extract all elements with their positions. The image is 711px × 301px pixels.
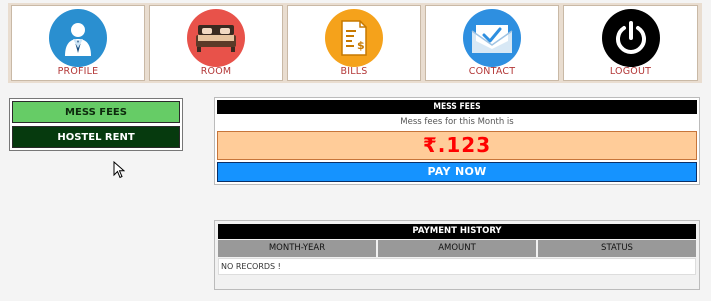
power-icon bbox=[601, 9, 660, 67]
top-nav: PROFILE ROOM $ BILLS CONTACT LOGOUT bbox=[8, 3, 702, 83]
pay-now-button[interactable]: PAY NOW bbox=[217, 162, 697, 182]
bill-icon: $ bbox=[325, 9, 383, 67]
no-records-message: NO RECORDS ! bbox=[218, 258, 696, 275]
payment-history-title: PAYMENT HISTORY bbox=[218, 224, 696, 239]
mess-fees-button[interactable]: MESS FEES bbox=[12, 101, 180, 123]
mess-fees-amount: ₹.123 bbox=[217, 131, 697, 160]
nav-room[interactable]: ROOM bbox=[149, 5, 283, 81]
svg-text:$: $ bbox=[357, 39, 365, 52]
mail-icon bbox=[463, 9, 521, 67]
mouse-cursor-icon bbox=[113, 160, 126, 183]
profile-icon bbox=[49, 9, 107, 67]
page: PROFILE ROOM $ BILLS CONTACT LOGOUT MESS… bbox=[0, 0, 711, 301]
side-menu: MESS FEES HOSTEL RENT bbox=[9, 98, 183, 151]
nav-bills-label: BILLS bbox=[340, 66, 368, 77]
nav-logout[interactable]: LOGOUT bbox=[563, 5, 698, 81]
nav-profile[interactable]: PROFILE bbox=[11, 5, 145, 81]
nav-logout-label: LOGOUT bbox=[609, 66, 652, 77]
mess-fees-panel: MESS FEES Mess fees for this Month is ₹.… bbox=[214, 97, 700, 185]
mess-fees-title: MESS FEES bbox=[217, 100, 697, 114]
column-month-year: MONTH-YEAR bbox=[218, 240, 376, 257]
mess-fees-subtitle: Mess fees for this Month is bbox=[400, 117, 514, 127]
nav-bills[interactable]: $ BILLS bbox=[287, 5, 421, 81]
column-amount: AMOUNT bbox=[378, 240, 536, 257]
nav-room-label: ROOM bbox=[200, 66, 232, 77]
bed-icon bbox=[187, 9, 245, 67]
nav-contact[interactable]: CONTACT bbox=[425, 5, 559, 81]
column-status: STATUS bbox=[538, 240, 696, 257]
nav-profile-label: PROFILE bbox=[57, 66, 99, 77]
hostel-rent-button[interactable]: HOSTEL RENT bbox=[12, 126, 180, 148]
nav-contact-label: CONTACT bbox=[468, 66, 516, 77]
payment-history-panel: PAYMENT HISTORY MONTH-YEAR AMOUNT STATUS… bbox=[214, 220, 700, 290]
payment-history-header: MONTH-YEAR AMOUNT STATUS bbox=[218, 240, 696, 257]
